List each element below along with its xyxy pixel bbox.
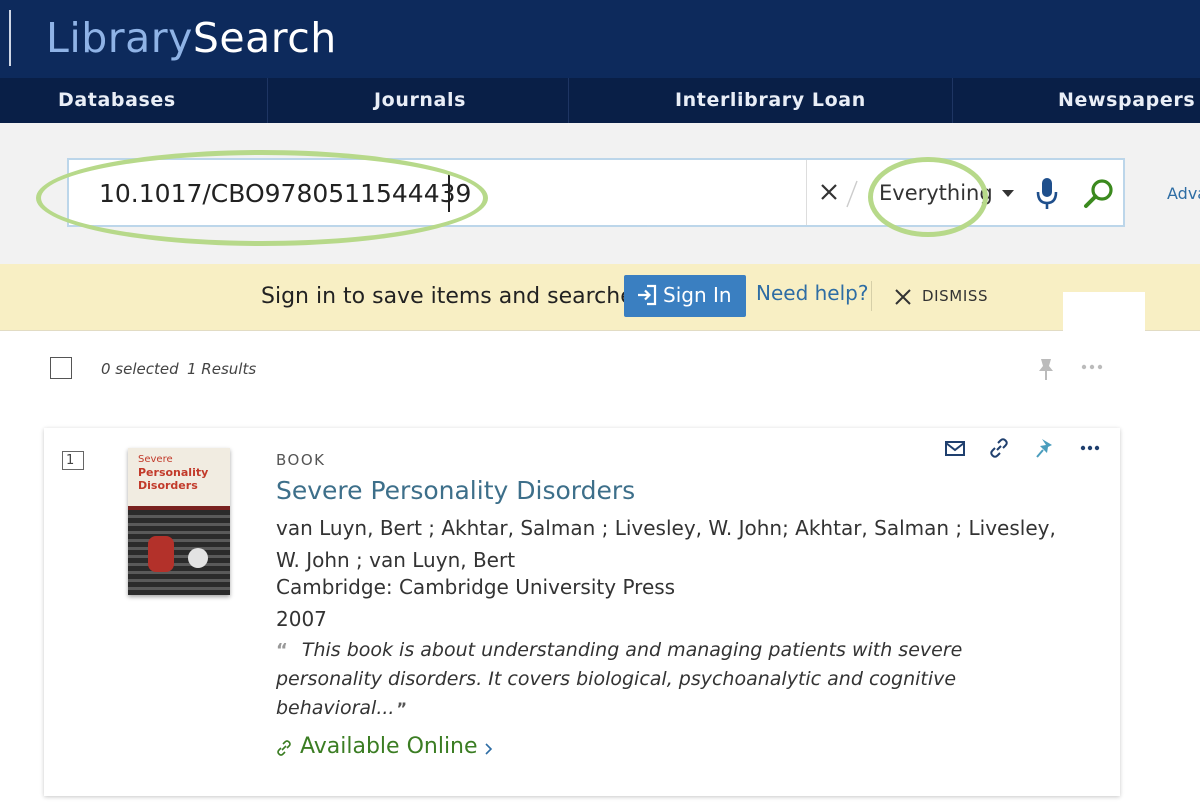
close-icon[interactable] <box>817 180 841 204</box>
nav-divider <box>568 78 569 123</box>
pin-icon[interactable] <box>1036 357 1056 381</box>
main-nav: Databases Journals Interlibrary Loan New… <box>0 78 1200 123</box>
select-all-checkbox[interactable] <box>50 357 72 379</box>
nav-item-databases[interactable]: Databases <box>58 78 176 123</box>
results-count: 1 Results <box>187 360 257 378</box>
cover-title-line2: Personality Disorders <box>138 466 208 492</box>
pin-icon[interactable] <box>1033 436 1057 460</box>
close-quote-icon: ” <box>396 699 407 718</box>
chevron-down-icon[interactable] <box>1002 190 1014 197</box>
brand-part-search: Search <box>192 14 337 62</box>
cover-title-line2-text: Personality <box>138 466 209 479</box>
more-icon[interactable] <box>1078 436 1102 460</box>
open-quote-icon: “ <box>276 640 288 661</box>
top-header: LibrarySearch <box>0 0 1200 78</box>
need-help-link[interactable]: Need help? <box>756 281 868 305</box>
cover-figure <box>148 536 174 572</box>
more-icon[interactable] <box>1081 363 1103 371</box>
signin-button[interactable]: Sign In <box>624 275 746 317</box>
results-toolbar: 0 selected 1 Results <box>0 331 1200 406</box>
highlight-ring-query <box>36 150 488 246</box>
scope-separator <box>846 180 858 208</box>
close-icon <box>895 289 911 305</box>
result-abstract-text: This book is about understanding and man… <box>276 639 963 719</box>
signin-message: Sign in to save items and searches <box>261 284 646 309</box>
signin-button-label: Sign In <box>663 283 732 307</box>
dismiss-label: DISMISS <box>922 287 989 305</box>
result-publisher: Cambridge: Cambridge University Press <box>276 575 676 599</box>
cover-photo <box>128 510 230 595</box>
chevron-right-icon <box>485 743 493 755</box>
banner-divider <box>871 281 872 311</box>
brand-part-library: Library <box>46 14 193 62</box>
result-title-link[interactable]: Severe Personality Disorders <box>276 476 635 505</box>
available-online-label: Available Online <box>300 734 478 759</box>
link-icon[interactable] <box>987 436 1011 460</box>
selected-count: 0 selected <box>101 360 179 378</box>
result-type: BOOK <box>276 451 326 469</box>
signin-banner: Sign in to save items and searches Sign … <box>0 264 1200 331</box>
nav-divider <box>952 78 953 123</box>
result-index[interactable]: 1 <box>62 451 84 470</box>
brand-logo[interactable]: LibrarySearch <box>46 14 337 62</box>
sign-in-icon <box>638 284 657 306</box>
cover-figure-detail <box>188 548 208 568</box>
result-abstract: “This book is about understanding and ma… <box>276 636 996 723</box>
search-divider <box>806 160 807 225</box>
book-cover-thumbnail[interactable]: Severe Personality Disorders <box>128 448 230 595</box>
cover-title-line1: Severe <box>138 454 173 465</box>
email-icon[interactable] <box>943 436 967 460</box>
result-authors: van Luyn, Bert ; Akhtar, Salman ; Livesl… <box>276 516 1056 572</box>
nav-item-journals[interactable]: Journals <box>374 78 466 123</box>
microphone-icon[interactable] <box>1034 177 1060 211</box>
nav-divider <box>267 78 268 123</box>
header-edge-line <box>9 10 11 66</box>
nav-item-interlibrary-loan[interactable]: Interlibrary Loan <box>675 78 866 123</box>
advanced-search-link[interactable]: Adva <box>1167 184 1200 203</box>
link-icon <box>277 740 291 756</box>
nav-item-newspapers[interactable]: Newspapers <box>1058 78 1195 123</box>
search-area: Everything Adva <box>0 123 1200 264</box>
result-card: 1 Severe Personality Disorders BOOK Seve… <box>44 428 1120 796</box>
search-icon[interactable] <box>1083 178 1115 210</box>
cover-title-line3-text: Disorders <box>138 479 198 492</box>
highlight-ring-scope <box>868 157 988 237</box>
result-year: 2007 <box>276 607 327 631</box>
